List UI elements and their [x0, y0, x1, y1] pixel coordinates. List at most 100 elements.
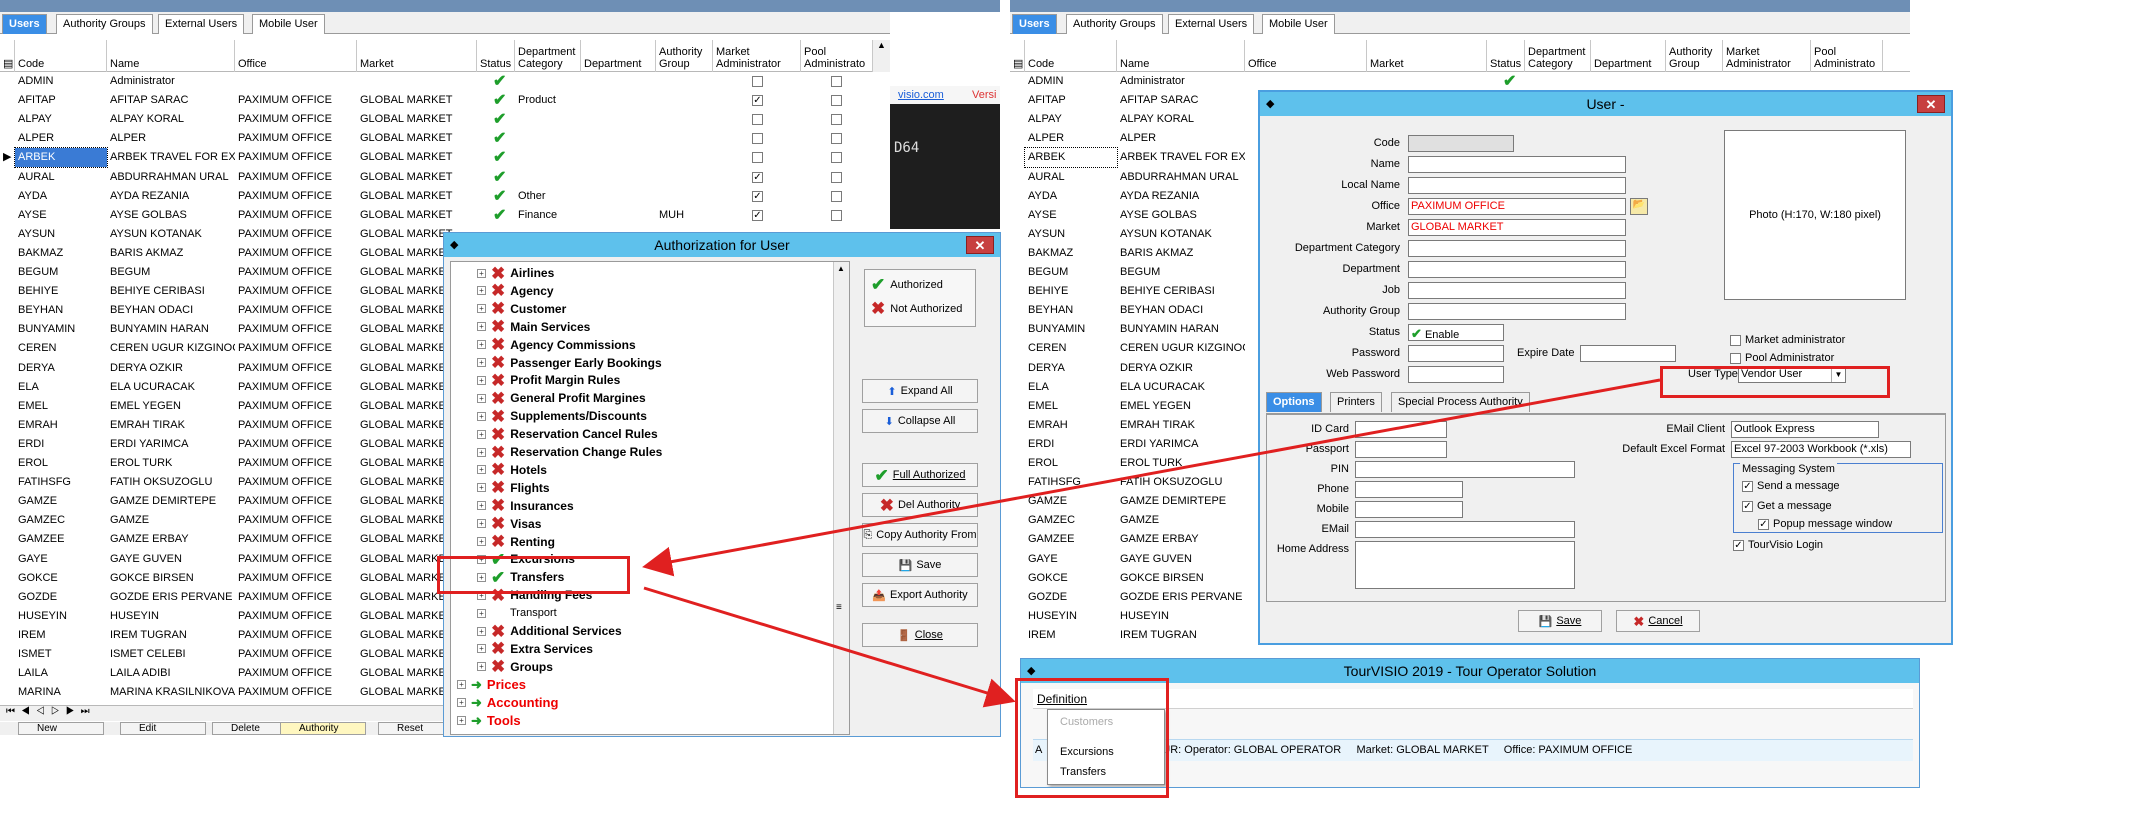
passport-field[interactable]	[1355, 441, 1447, 458]
expand-icon[interactable]: +	[477, 411, 486, 421]
bg-link[interactable]: visio.com	[898, 89, 944, 101]
col-department[interactable]: Department	[1591, 40, 1666, 72]
home-address-field[interactable]	[1355, 541, 1575, 589]
tree-item-agency-commissions[interactable]: + ✖ Agency Commissions	[465, 336, 636, 354]
tree-item-additional-services[interactable]: + ✖ Additional Services	[465, 622, 622, 640]
tree-item-passenger-early-bookings[interactable]: + ✖ Passenger Early Bookings	[465, 354, 662, 372]
full-authorized-button[interactable]: ✔ Full Authorized	[862, 463, 978, 487]
scroll-up-icon[interactable]: ▲	[837, 264, 845, 273]
close-icon[interactable]: ✕	[1917, 95, 1945, 113]
password-field[interactable]	[1408, 345, 1504, 362]
table-row[interactable]: ▶ARBEKARBEK TRAVEL FOR EXCUPAXIMUM OFFIC…	[0, 147, 873, 169]
market-admin-checkbox[interactable]: ✓	[752, 209, 763, 221]
scroll-grip-icon[interactable]: ≡	[836, 602, 842, 613]
market-admin-checkbox[interactable]	[752, 114, 763, 126]
name-field[interactable]	[1408, 156, 1626, 173]
market-admin-checkbox[interactable]	[752, 133, 763, 145]
pool-admin-checkbox[interactable]	[831, 114, 842, 126]
expand-icon[interactable]: +	[477, 429, 486, 439]
tab-special-process[interactable]: Special Process Authority	[1391, 392, 1530, 412]
pool-admin-checkbox[interactable]	[831, 209, 842, 221]
expand-icon[interactable]: +	[477, 644, 486, 654]
save-button[interactable]: 💾 Save	[862, 553, 978, 577]
col-dept-category[interactable]: Department Category	[1525, 40, 1591, 72]
pool-admin-checkbox[interactable]	[831, 171, 842, 183]
tree-item-customer[interactable]: + ✖ Customer	[465, 300, 566, 318]
tree-item-airlines[interactable]: + ✖ Airlines	[465, 264, 554, 282]
collapse-all-button[interactable]: ⬇ Collapse All	[862, 409, 978, 433]
pool-admin-checkbox[interactable]	[831, 152, 842, 164]
phone-field[interactable]	[1355, 481, 1463, 498]
authority-group-field[interactable]	[1408, 303, 1626, 320]
tree-item-supplements-discounts[interactable]: + ✖ Supplements/Discounts	[465, 407, 647, 425]
expand-icon[interactable]: +	[457, 716, 466, 725]
pin-field[interactable]	[1355, 461, 1575, 478]
export-authority-button[interactable]: 📤 Export Authority	[862, 583, 978, 607]
col-office[interactable]: Office	[235, 40, 357, 72]
expand-icon[interactable]: +	[477, 465, 486, 475]
tab-external-users[interactable]: External Users	[158, 14, 245, 34]
col-market-admin[interactable]: Market Administrator	[1723, 40, 1811, 72]
expand-icon[interactable]: +	[477, 322, 486, 332]
pool-admin-checkbox[interactable]	[831, 133, 842, 145]
tab-printers[interactable]: Printers	[1330, 392, 1382, 412]
tree-item-accounting[interactable]: + ➜ Accounting	[457, 694, 558, 712]
close-button[interactable]: 🚪 Close	[862, 623, 978, 647]
tab-users[interactable]: Users	[1012, 14, 1057, 34]
col-code[interactable]: Code	[15, 40, 107, 72]
tree-item-insurances[interactable]: + ✖ Insurances	[465, 497, 574, 515]
tab-authority-groups[interactable]: Authority Groups	[1066, 14, 1163, 34]
col-market-admin[interactable]: Market Administrator	[713, 40, 801, 72]
col-pool-admin[interactable]: Pool Administrato	[801, 40, 873, 72]
mobile-field[interactable]	[1355, 501, 1463, 518]
pool-admin-checkbox[interactable]: Pool Administrator	[1730, 352, 1834, 364]
market-admin-checkbox[interactable]: ✓	[752, 171, 763, 183]
email-field[interactable]	[1355, 521, 1575, 538]
expand-icon[interactable]: +	[477, 340, 486, 350]
market-admin-checkbox[interactable]: ✓	[752, 190, 763, 202]
expire-date-field[interactable]	[1580, 345, 1676, 362]
web-password-field[interactable]	[1408, 366, 1504, 383]
tree-item-hotels[interactable]: + ✖ Hotels	[465, 461, 547, 479]
user-cancel-button[interactable]: ✖ Cancel	[1616, 610, 1700, 632]
tree-item-renting[interactable]: + ✖ Renting	[465, 533, 555, 551]
pool-admin-checkbox[interactable]	[831, 190, 842, 202]
tree-scrollbar[interactable]: ▲ ≡	[833, 262, 849, 734]
col-dept-category[interactable]: Department Category	[515, 40, 581, 72]
tree-item-groups[interactable]: + ✖ Groups	[465, 658, 553, 676]
close-icon[interactable]: ✕	[966, 236, 994, 254]
pool-admin-checkbox[interactable]	[831, 95, 842, 107]
dept-category-field[interactable]	[1408, 240, 1626, 257]
id-card-field[interactable]	[1355, 421, 1447, 438]
tree-item-visas[interactable]: + ✖ Visas	[465, 515, 541, 533]
tree-item-general-profit-margines[interactable]: + ✖ General Profit Margines	[465, 389, 646, 407]
tree-item-flights[interactable]: + ✖ Flights	[465, 479, 550, 497]
table-row[interactable]: ALPER ALPER PAXIMUM OFFICE GLOBAL MARKET ✔	[0, 129, 873, 148]
expand-icon[interactable]: +	[477, 358, 486, 367]
expand-icon[interactable]: +	[477, 375, 486, 385]
table-row[interactable]: ALPAY ALPAY KORAL PAXIMUM OFFICE GLOBAL MAR…	[0, 110, 873, 129]
tree-item-transport[interactable]: + Transport	[465, 604, 557, 622]
tab-options[interactable]: Options	[1266, 392, 1322, 412]
table-row[interactable]: AYSE AYSE GOLBAS PAXIMUM OFFICE GLOBAL MARK…	[0, 206, 873, 225]
tourvisio-login-checkbox[interactable]: ✓ TourVisio Login	[1733, 539, 1823, 551]
col-pool-admin[interactable]: Pool Administrato	[1811, 40, 1883, 72]
get-message-checkbox[interactable]: ✓ Get a message	[1742, 500, 1832, 512]
email-client-select[interactable]: Outlook Express	[1731, 421, 1879, 438]
tree-item-profit-margin-rules[interactable]: + ✖ Profit Margin Rules	[465, 371, 620, 389]
col-status[interactable]: Status	[477, 40, 515, 72]
user-save-button[interactable]: 💾 Save	[1518, 610, 1602, 632]
popup-message-checkbox[interactable]: ✓ Popup message window	[1758, 518, 1892, 530]
del-authority-button[interactable]: ✖ Del Authority	[862, 493, 978, 517]
tree-item-prices[interactable]: + ➜ Prices	[457, 676, 526, 694]
office-field[interactable]: PAXIMUM OFFICE	[1408, 198, 1626, 215]
expand-icon[interactable]: +	[477, 537, 486, 546]
expand-icon[interactable]: +	[477, 662, 486, 672]
tree-item-agency[interactable]: + ✖ Agency	[465, 282, 554, 300]
toolbar-edit-button[interactable]: Edit	[120, 722, 206, 735]
excel-format-select[interactable]: Excel 97-2003 Workbook (*.xls)	[1731, 441, 1911, 458]
table-row[interactable]: ADMIN Administrator ✔	[1010, 72, 1890, 91]
market-admin-checkbox[interactable]: Market administrator	[1730, 334, 1845, 346]
col-name[interactable]: Name	[107, 40, 235, 72]
expand-icon[interactable]: +	[477, 608, 486, 618]
